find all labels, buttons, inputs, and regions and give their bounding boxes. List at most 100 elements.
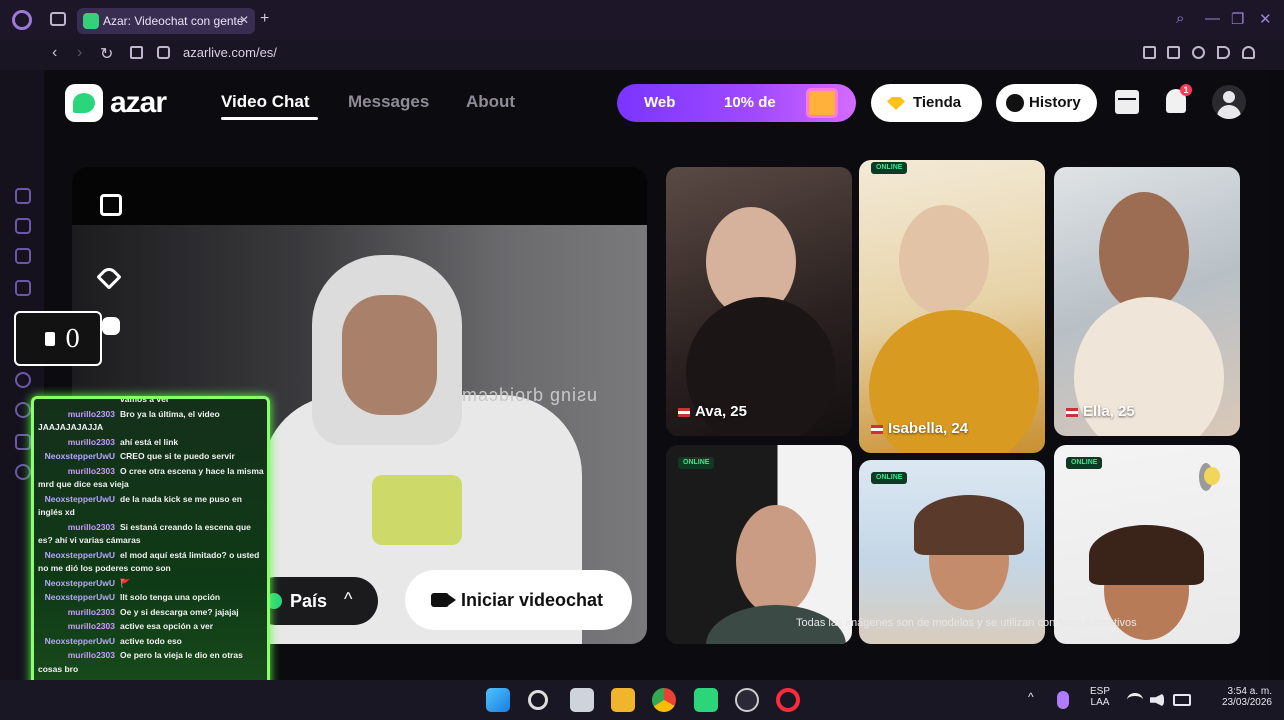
- tab-islands-icon[interactable]: [50, 12, 66, 26]
- battery-icon[interactable]: [1173, 694, 1191, 706]
- maximize-button[interactable]: ❐: [1231, 10, 1244, 28]
- opera-logo-icon[interactable]: [12, 10, 32, 30]
- clock-date: 23/03/2026: [1221, 697, 1272, 708]
- windows-start-icon[interactable]: [486, 688, 510, 712]
- tab-close-icon[interactable]: ✕: [239, 13, 249, 27]
- chat-username: murillo2303: [67, 465, 115, 476]
- chat-username: NeoxstepperUwU: [44, 451, 115, 461]
- nav-about[interactable]: About: [466, 92, 515, 112]
- disclaimer-text: Todas las imágenes son de modelos y se u…: [796, 617, 1137, 629]
- sticker-icon[interactable]: [102, 317, 120, 335]
- tab-azar[interactable]: Azar: Videochat con gente ✕: [77, 8, 255, 34]
- country-label: País: [290, 591, 328, 611]
- chevron-up-icon: ^: [344, 589, 353, 609]
- chat-message: vamos a ver: [38, 399, 266, 407]
- nav-messages[interactable]: Messages: [348, 92, 429, 112]
- promo-web-label: Web: [644, 94, 676, 111]
- extension-icon[interactable]: [15, 248, 31, 264]
- file-explorer-icon[interactable]: [611, 688, 635, 712]
- online-badge: ONLINE: [871, 162, 908, 174]
- browser-tab-bar: Azar: Videochat con gente ✕ + ⌕ — ❐ ✕: [0, 0, 1284, 40]
- new-tab-button[interactable]: +: [260, 10, 269, 28]
- player-icon[interactable]: [15, 372, 31, 388]
- chat-message: murillo2303 Si estaná creando la escena q…: [38, 521, 266, 548]
- keyboard-layout: LAA: [1090, 697, 1110, 708]
- search-icon[interactable]: [528, 690, 548, 710]
- profile-card-ava[interactable]: Ava, 25: [666, 167, 852, 436]
- archive-icon[interactable]: [1115, 90, 1139, 114]
- back-button[interactable]: ‹: [52, 44, 57, 62]
- profile-name: Ella, 25: [1066, 403, 1135, 420]
- send-icon[interactable]: [1217, 46, 1230, 59]
- chat-message: NeoxstepperUwU llt solo tenga una opción: [38, 591, 266, 605]
- search-tabs-icon[interactable]: ⌕: [1176, 10, 1184, 27]
- tray-chevron-icon[interactable]: ^: [1028, 690, 1034, 704]
- history-button[interactable]: History: [996, 84, 1097, 122]
- shop-label: Tienda: [913, 94, 962, 111]
- azar-app-icon[interactable]: [694, 688, 718, 712]
- profile-card-6[interactable]: ONLINE: [1054, 445, 1240, 644]
- chat-text: ahí está el link: [120, 436, 179, 447]
- profile-card-4[interactable]: ONLINE: [666, 445, 852, 644]
- pin-icon[interactable]: [1143, 46, 1156, 59]
- robot-icon[interactable]: [15, 218, 31, 234]
- close-window-button[interactable]: ✕: [1259, 10, 1272, 28]
- country-selector[interactable]: País ^: [252, 577, 378, 625]
- online-badge: ONLINE: [678, 457, 715, 469]
- history-label: History: [1029, 94, 1081, 111]
- chat-text: 🚩: [120, 577, 131, 588]
- profile-name-text: Ella, 25: [1083, 403, 1135, 420]
- portrait-hair: [914, 495, 1024, 555]
- start-videochat-button[interactable]: Iniciar videochat: [405, 570, 632, 630]
- chat-username: murillo2303: [67, 606, 115, 617]
- droidcam-watermark: maɔbiorb gniƨu: [462, 385, 599, 405]
- shop-button[interactable]: Tienda: [871, 84, 982, 122]
- camera-icon[interactable]: [130, 46, 143, 59]
- profile-card-isabella[interactable]: ONLINE Isabella, 24: [859, 160, 1045, 453]
- obs-icon[interactable]: [735, 688, 759, 712]
- chat-username: NeoxstepperUwU: [44, 577, 115, 588]
- aria-icon[interactable]: [15, 188, 31, 204]
- snapshot-icon[interactable]: [1167, 46, 1180, 59]
- chat-message: murillo2303 active esa opción a ver: [38, 620, 266, 634]
- settings-rail-icon[interactable]: [15, 464, 31, 480]
- cube-icon[interactable]: [15, 434, 31, 450]
- lock-icon[interactable]: [157, 46, 170, 59]
- nav-video-chat[interactable]: Video Chat: [221, 92, 309, 112]
- reload-button[interactable]: ↻: [100, 44, 113, 64]
- history-rail-icon[interactable]: [15, 402, 31, 418]
- chat-message: murillo2303 Oe y si descarga ome? jajajaj: [38, 606, 266, 620]
- phone-icon: [45, 332, 55, 346]
- stream-chat-overlay: vamos a ver murillo2303 Bro ya la última, …: [31, 396, 270, 714]
- minimize-button[interactable]: —: [1205, 10, 1220, 27]
- microphone-icon[interactable]: [1057, 691, 1069, 709]
- chat-text: active esa opción a ver: [120, 621, 214, 631]
- clock-area[interactable]: 3:54 a. m. 23/03/2026: [1206, 686, 1272, 708]
- adblock-icon[interactable]: [1192, 46, 1205, 59]
- chat-text: llt solo tenga una opción: [120, 592, 221, 602]
- clock-icon: [1006, 94, 1024, 112]
- promo-banner[interactable]: Web 10% de: [617, 84, 856, 122]
- profile-name: Ava, 25: [678, 403, 747, 420]
- profile-avatar[interactable]: [1212, 85, 1246, 119]
- viewer-count: 0: [65, 325, 81, 353]
- person-face: [342, 295, 437, 415]
- opera-gx-icon[interactable]: [776, 688, 800, 712]
- task-view-icon[interactable]: [570, 688, 594, 712]
- url-field[interactable]: azarlive.com/es/: [183, 45, 277, 60]
- chat-message: murillo2303 O cree otra escena y hace la …: [38, 465, 266, 492]
- minimize-video-icon[interactable]: [100, 194, 122, 216]
- flag-icon: [871, 424, 883, 434]
- azar-logo-text[interactable]: azar: [110, 86, 167, 120]
- chrome-icon[interactable]: [652, 688, 676, 712]
- viewer-counter: 0: [14, 311, 102, 366]
- forward-button[interactable]: ›: [77, 44, 82, 62]
- heart-icon[interactable]: [1242, 46, 1255, 59]
- azar-logo-icon[interactable]: [65, 84, 103, 122]
- profile-card-ella[interactable]: Ella, 25: [1054, 167, 1240, 436]
- chat-username: murillo2303: [67, 436, 115, 447]
- wifi-icon[interactable]: [1127, 693, 1143, 707]
- messenger-icon[interactable]: [15, 280, 31, 296]
- decor-shape: [1204, 467, 1220, 485]
- language-indicator[interactable]: ESP LAA: [1088, 686, 1112, 708]
